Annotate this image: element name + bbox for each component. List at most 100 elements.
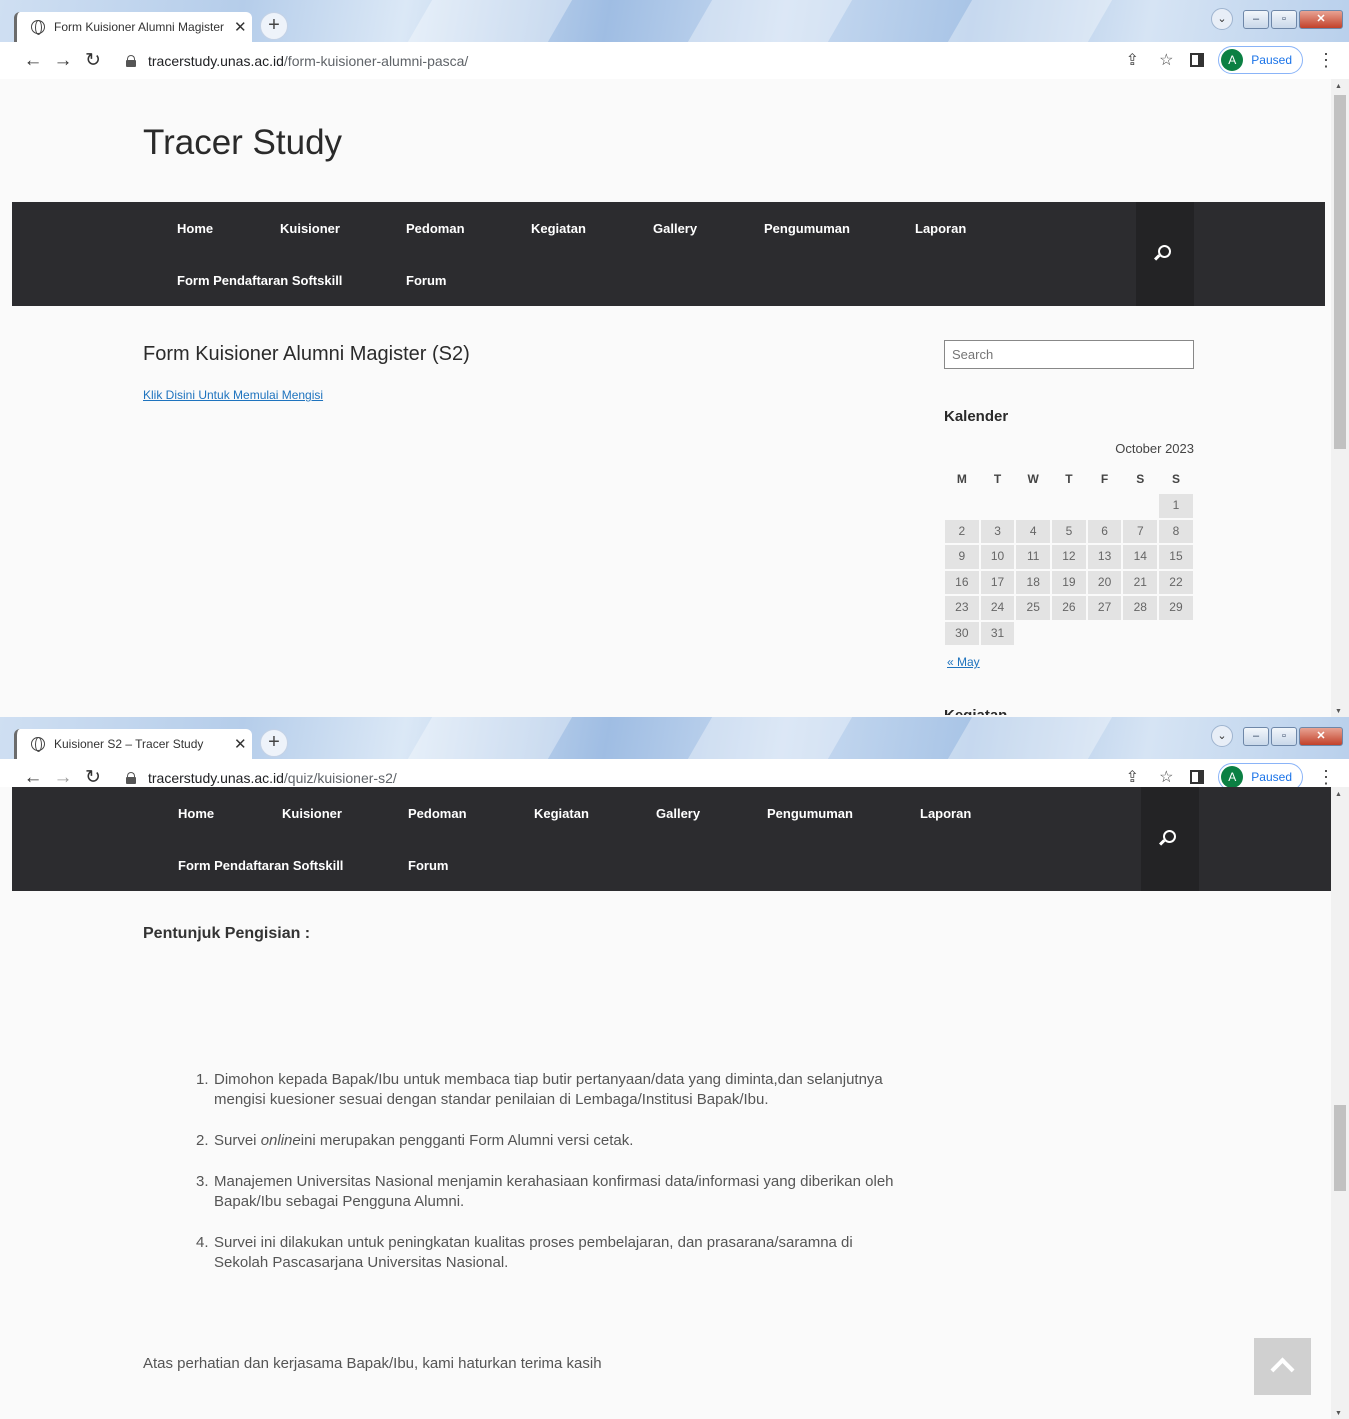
url-field[interactable]: tracerstudy.unas.ac.id/quiz/kuisioner-s2… <box>148 770 397 786</box>
nav-gallery[interactable]: Gallery <box>656 806 700 821</box>
calendar-week: 23 24 25 26 27 28 29 <box>944 595 1194 621</box>
reload-icon[interactable]: ↻ <box>78 49 108 72</box>
scrollbar-thumb[interactable] <box>1334 1105 1346 1191</box>
calendar-day: 31 <box>979 620 1016 646</box>
avatar: A <box>1221 49 1244 71</box>
next-widget-title: Kegiatan <box>944 707 1007 715</box>
nav-pedoman[interactable]: Pedoman <box>406 221 465 236</box>
calendar-weekday-header: MTWTFSS <box>944 465 1194 493</box>
nav-kegiatan[interactable]: Kegiatan <box>531 221 586 236</box>
calendar-day: 11 <box>1015 544 1052 570</box>
search-icon <box>1158 245 1171 258</box>
calendar-day: 6 <box>1086 518 1123 544</box>
share-icon[interactable]: ⇪ <box>1122 50 1142 70</box>
side-panel-icon[interactable] <box>1190 770 1205 784</box>
tab-search-button[interactable]: ⌄ <box>1211 8 1233 30</box>
lock-icon[interactable] <box>126 54 136 67</box>
nav-pedoman[interactable]: Pedoman <box>408 806 467 821</box>
calendar-day: 12 <box>1051 544 1087 570</box>
nav-form-pendaftaran-softskill[interactable]: Form Pendaftaran Softskill <box>178 858 343 873</box>
calendar-day: 7 <box>1122 518 1159 544</box>
scroll-to-top-button[interactable] <box>1254 1338 1311 1395</box>
kebab-menu-icon[interactable]: ⋮ <box>1317 50 1335 71</box>
nav-home[interactable]: Home <box>178 806 214 821</box>
nav-pengumuman[interactable]: Pengumuman <box>764 221 850 236</box>
forward-icon[interactable]: → <box>48 767 78 789</box>
calendar-day: 4 <box>1015 518 1052 544</box>
calendar-day: 8 <box>1158 518 1194 544</box>
tab-search-button[interactable]: ⌄ <box>1211 725 1233 747</box>
page-scrollbar[interactable]: ▲ ▼ <box>1331 79 1349 717</box>
chevron-up-icon[interactable]: ▲ <box>1335 791 1342 798</box>
profile-status: Paused <box>1251 770 1292 784</box>
chevron-up-icon[interactable]: ▲ <box>1335 83 1342 90</box>
chevron-down-icon[interactable]: ▼ <box>1335 708 1342 715</box>
sidebar-search-input[interactable] <box>944 340 1194 369</box>
nav-laporan[interactable]: Laporan <box>920 806 971 821</box>
calendar-day: 20 <box>1086 569 1123 595</box>
calendar-empty-cell <box>1158 621 1194 647</box>
kebab-menu-icon[interactable]: ⋮ <box>1317 767 1335 788</box>
plus-icon[interactable]: + <box>260 729 288 757</box>
page-content: Tracer Study Home Kuisioner Pedoman Kegi… <box>0 79 1349 717</box>
forward-icon[interactable]: → <box>48 50 78 72</box>
nav-forum[interactable]: Forum <box>406 273 446 288</box>
close-window-button[interactable]: ✕ <box>1299 726 1343 746</box>
back-icon[interactable]: ← <box>18 767 48 789</box>
search-toggle[interactable] <box>1136 202 1194 306</box>
calendar-prev-month-link[interactable]: « May <box>947 655 980 669</box>
minimize-button[interactable]: – <box>1243 9 1269 29</box>
nav-gallery[interactable]: Gallery <box>653 221 697 236</box>
calendar-week: 1 <box>944 493 1194 519</box>
page-scrollbar[interactable]: ▲ ▼ <box>1331 787 1349 1419</box>
avatar: A <box>1221 766 1244 788</box>
url-field[interactable]: tracerstudy.unas.ac.id/form-kuisioner-al… <box>148 53 468 69</box>
nav-kuisioner[interactable]: Kuisioner <box>282 806 342 821</box>
calendar-day: 18 <box>1015 569 1052 595</box>
calendar-caption: October 2023 <box>1115 441 1194 456</box>
active-tab[interactable]: Kuisioner S2 – Tracer Study ✕ <box>14 729 252 759</box>
calendar-weekday: W <box>1027 472 1039 486</box>
calendar-day: 17 <box>979 569 1016 595</box>
calendar-weekday: S <box>1136 472 1145 486</box>
main-navigation: Home Kuisioner Pedoman Kegiatan Gallery … <box>12 787 1331 891</box>
nav-home[interactable]: Home <box>177 221 213 236</box>
close-window-button[interactable]: ✕ <box>1299 9 1343 29</box>
close-icon[interactable]: ✕ <box>234 735 247 753</box>
side-panel-icon[interactable] <box>1190 53 1205 67</box>
maximize-button[interactable]: ▫ <box>1271 9 1297 29</box>
nav-laporan[interactable]: Laporan <box>915 221 966 236</box>
nav-kuisioner[interactable]: Kuisioner <box>280 221 340 236</box>
reload-icon[interactable]: ↻ <box>78 766 108 789</box>
minimize-button[interactable]: – <box>1243 726 1269 746</box>
maximize-button[interactable]: ▫ <box>1271 726 1297 746</box>
calendar-weekday: S <box>1171 472 1180 486</box>
share-icon[interactable]: ⇪ <box>1122 767 1142 787</box>
calendar-day: 15 <box>1158 544 1194 570</box>
lock-icon[interactable] <box>126 771 136 784</box>
calendar-week: 9 10 11 12 13 14 15 <box>944 544 1194 570</box>
nav-kegiatan[interactable]: Kegiatan <box>534 806 589 821</box>
star-icon[interactable]: ☆ <box>1156 767 1176 787</box>
tab-title: Kuisioner S2 – Tracer Study <box>54 737 204 751</box>
calendar-empty-cell <box>1122 493 1158 519</box>
list-item: 3. Manajemen Universitas Nasional menjam… <box>196 1173 894 1210</box>
window-controls: ⌄ – ▫ ✕ <box>1211 8 1343 30</box>
close-icon[interactable]: ✕ <box>234 18 247 36</box>
search-toggle[interactable] <box>1141 787 1199 891</box>
plus-icon[interactable]: + <box>260 12 288 40</box>
star-icon[interactable]: ☆ <box>1156 50 1176 70</box>
site-title[interactable]: Tracer Study <box>143 123 342 163</box>
nav-forum[interactable]: Forum <box>408 858 448 873</box>
start-questionnaire-link[interactable]: Klik Disini Untuk Memulai Mengisi <box>143 388 323 402</box>
nav-form-pendaftaran-softskill[interactable]: Form Pendaftaran Softskill <box>177 273 342 288</box>
calendar-day: 27 <box>1086 595 1123 621</box>
nav-pengumuman[interactable]: Pengumuman <box>767 806 853 821</box>
back-icon[interactable]: ← <box>18 50 48 72</box>
active-tab[interactable]: Form Kuisioner Alumni Magister ✕ <box>14 12 252 42</box>
chevron-down-icon[interactable]: ▼ <box>1335 1410 1342 1417</box>
profile-button[interactable]: A Paused <box>1218 46 1303 74</box>
scrollbar-thumb[interactable] <box>1334 95 1346 449</box>
calendar-empty-cell <box>1051 621 1087 647</box>
window-controls: ⌄ – ▫ ✕ <box>1211 725 1343 747</box>
